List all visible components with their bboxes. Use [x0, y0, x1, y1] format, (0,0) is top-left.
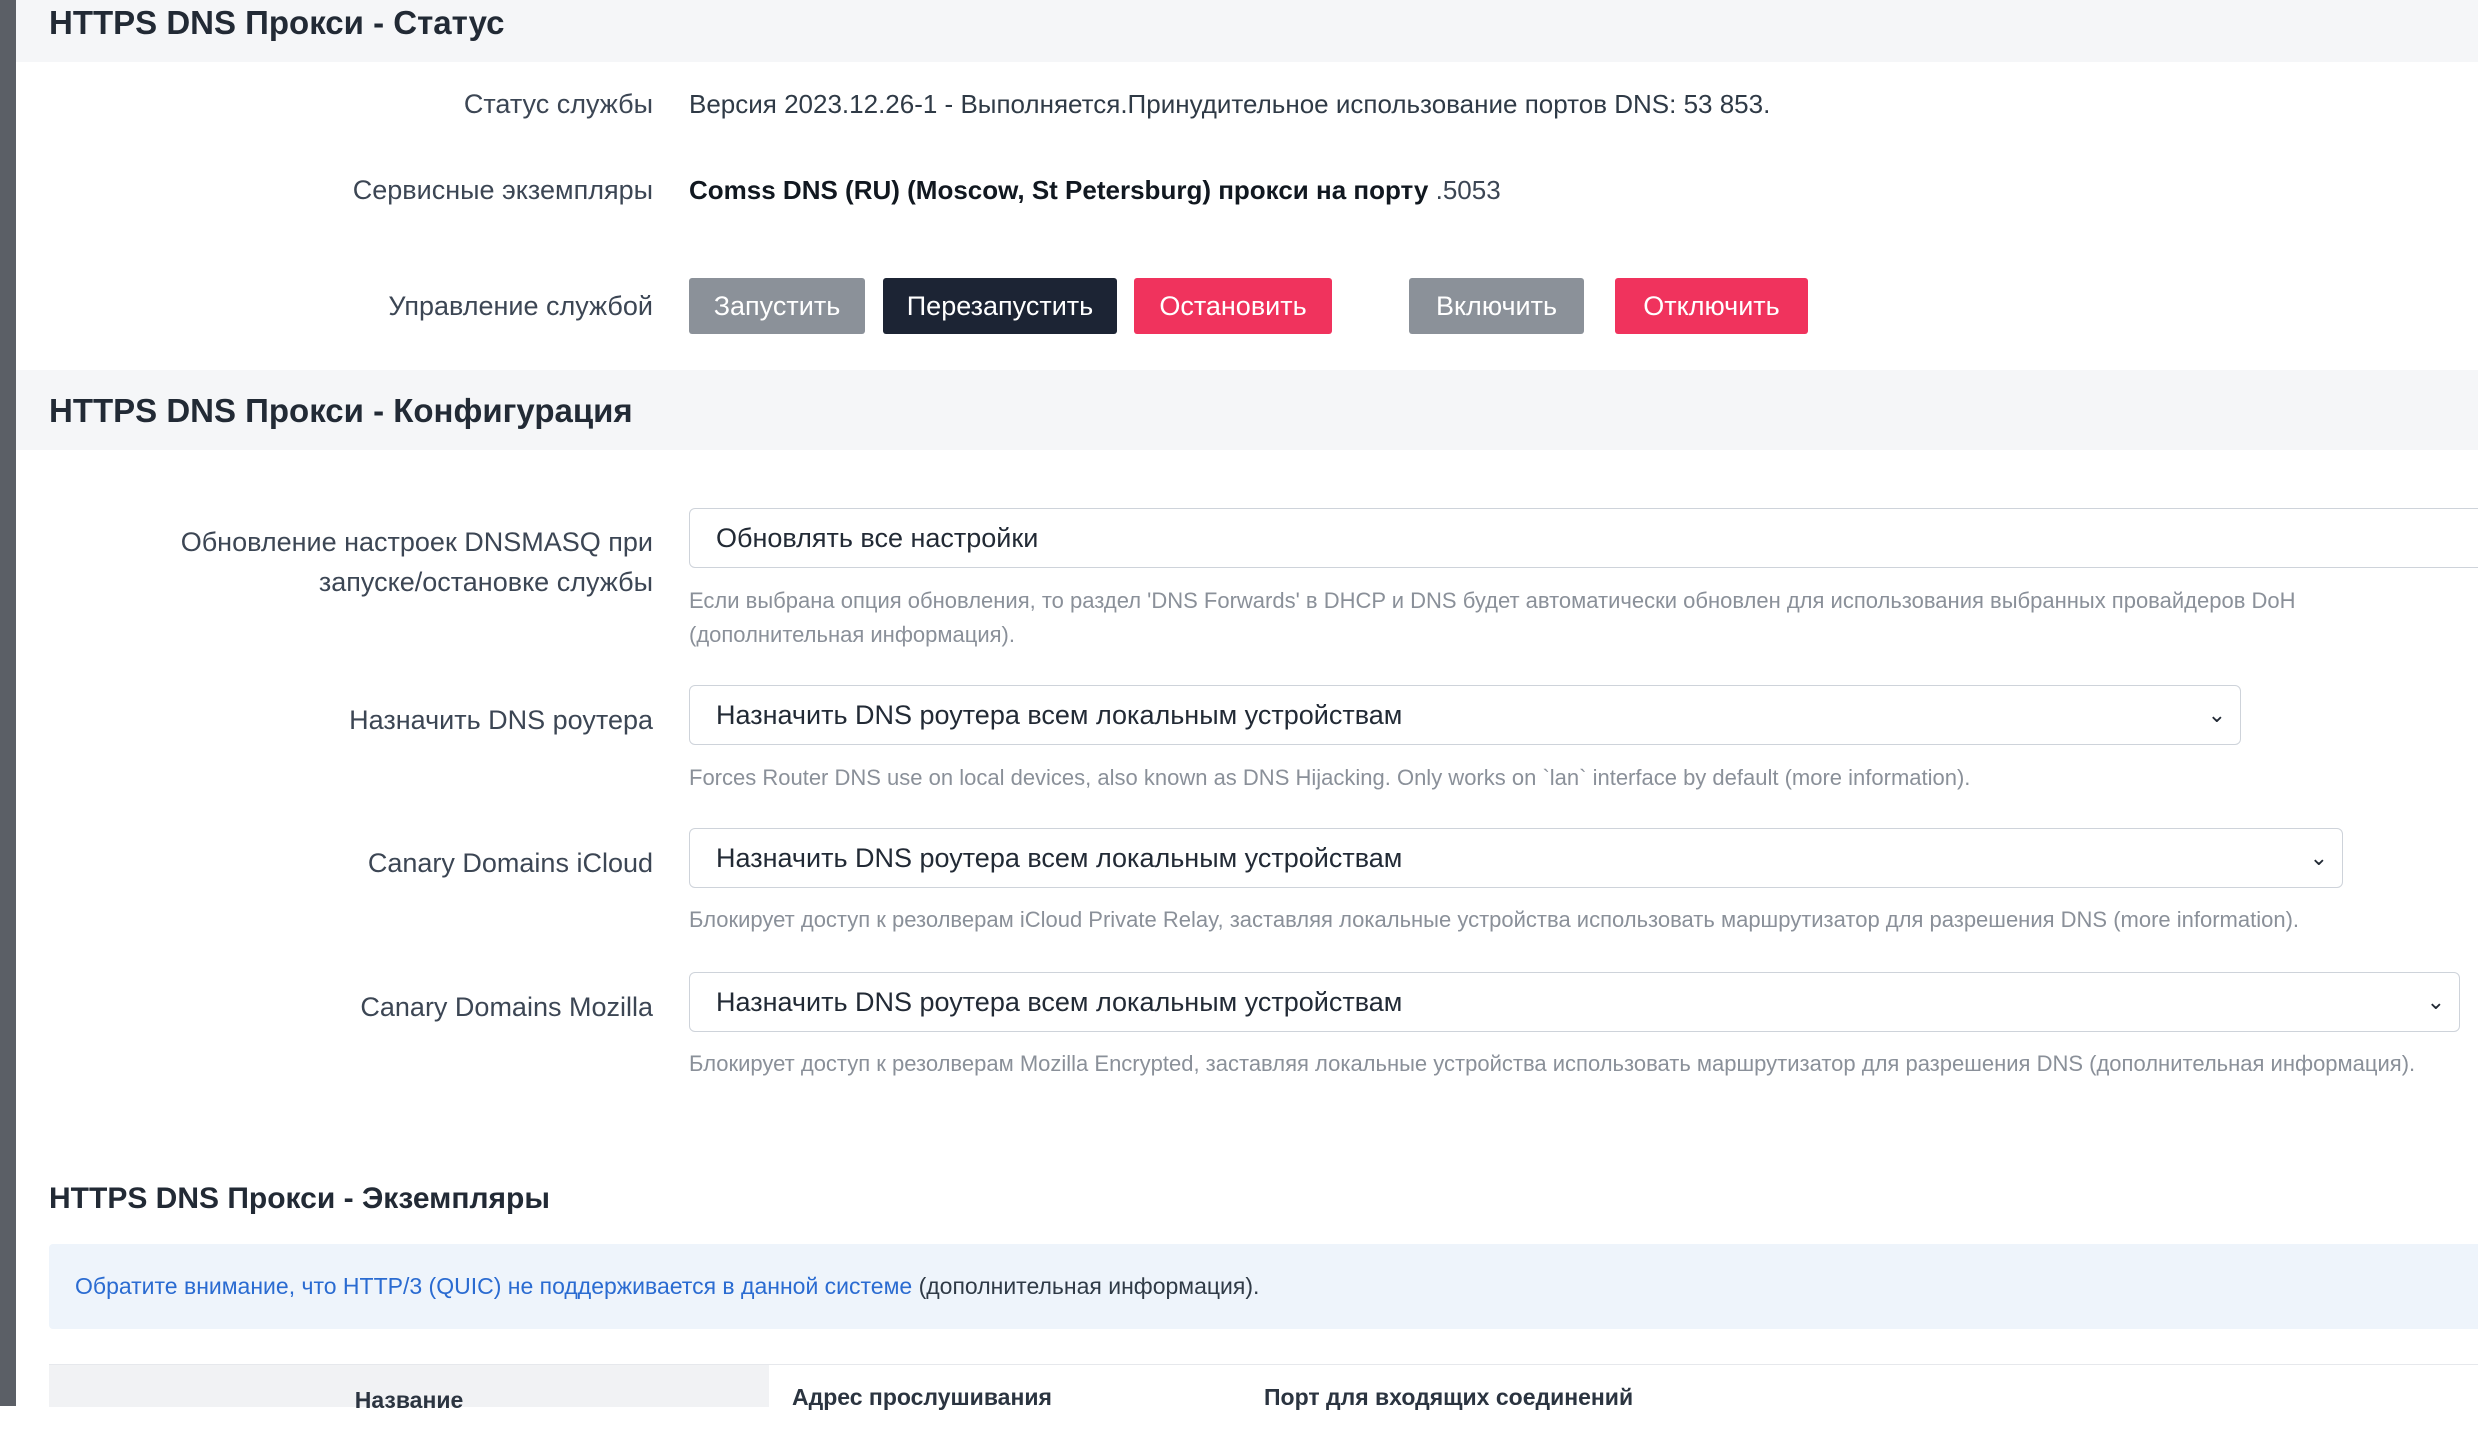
dnsmasq-label-line1: Обновление настроек DNSMASQ при	[180, 527, 653, 557]
instances-value-name: Comss DNS (RU) (Moscow, St Petersburg) п…	[689, 175, 1429, 205]
service-status-value: Версия 2023.12.26-1 - Выполняется.Принуд…	[689, 89, 1771, 119]
mozilla-select[interactable]: Назначить DNS роутера всем локальным уст…	[689, 972, 2460, 1032]
instances-table-header: Название Адрес прослушивания Порт для вх…	[49, 1364, 2478, 1413]
config-section-title: HTTPS DNS Прокси - Конфигурация	[16, 370, 2478, 450]
quic-notice: Обратите внимание, что HTTP/3 (QUIC) не …	[49, 1244, 2478, 1329]
status-section-title: HTTPS DNS Прокси - Статус	[16, 0, 2478, 62]
icloud-help: Блокирует доступ к резолверам iCloud Pri…	[689, 907, 2300, 932]
service-status-label: Статус службы	[463, 89, 653, 119]
chevron-down-icon: ⌄	[2309, 845, 2328, 870]
mozilla-help: Блокирует доступ к резолверам Mozilla En…	[689, 1051, 2416, 1076]
service-control-label: Управление службой	[388, 291, 653, 321]
instances-label: Сервисные экземпляры	[352, 175, 653, 205]
icloud-label: Canary Domains iCloud	[367, 848, 653, 878]
quic-notice-rest: (дополнительная информация).	[912, 1273, 1260, 1299]
router-dns-select-value: Назначить DNS роутера всем локальным уст…	[716, 700, 1403, 730]
table-header-port: Порт для входящих соединений	[1264, 1384, 1634, 1410]
dnsmasq-select[interactable]: Обновлять все настройки	[689, 508, 2478, 568]
start-button[interactable]: Запустить	[689, 278, 865, 334]
left-window-edge	[0, 0, 16, 1406]
router-dns-label: Назначить DNS роутера	[349, 705, 653, 735]
instances-value: Comss DNS (RU) (Moscow, St Petersburg) п…	[689, 170, 1501, 210]
instances-port: .5053	[1435, 175, 1501, 205]
disable-button[interactable]: Отключить	[1615, 278, 1808, 334]
dnsmasq-label-line2: запуске/остановке службы	[318, 567, 653, 597]
stop-button[interactable]: Остановить	[1134, 278, 1332, 334]
mozilla-label: Canary Domains Mozilla	[360, 992, 653, 1022]
icloud-select-value: Назначить DNS роутера всем локальным уст…	[716, 843, 1403, 873]
icloud-select[interactable]: Назначить DNS роутера всем локальным уст…	[689, 828, 2343, 888]
instances-section-title: HTTPS DNS Прокси - Экземпляры	[49, 1182, 550, 1215]
table-header-listen-address: Адрес прослушивания	[792, 1384, 1052, 1410]
router-dns-help: Forces Router DNS use on local devices, …	[689, 765, 1971, 790]
page: HTTPS DNS Прокси - Статус Статус службы …	[16, 0, 2478, 1413]
restart-button[interactable]: Перезапустить	[883, 278, 1117, 334]
chevron-down-icon: ⌄	[2426, 989, 2445, 1014]
quic-notice-link[interactable]: Обратите внимание, что HTTP/3 (QUIC) не …	[75, 1273, 912, 1299]
enable-button[interactable]: Включить	[1409, 278, 1584, 334]
dnsmasq-help-line2: (дополнительная информация).	[689, 622, 1015, 647]
mozilla-select-value: Назначить DNS роутера всем локальным уст…	[716, 987, 1403, 1017]
router-dns-select[interactable]: Назначить DNS роутера всем локальным уст…	[689, 685, 2241, 745]
table-header-name: Название	[49, 1365, 769, 1413]
dnsmasq-select-value: Обновлять все настройки	[716, 523, 1039, 553]
dnsmasq-help-line1: Если выбрана опция обновления, то раздел…	[689, 588, 2296, 613]
chevron-down-icon: ⌄	[2207, 702, 2226, 727]
